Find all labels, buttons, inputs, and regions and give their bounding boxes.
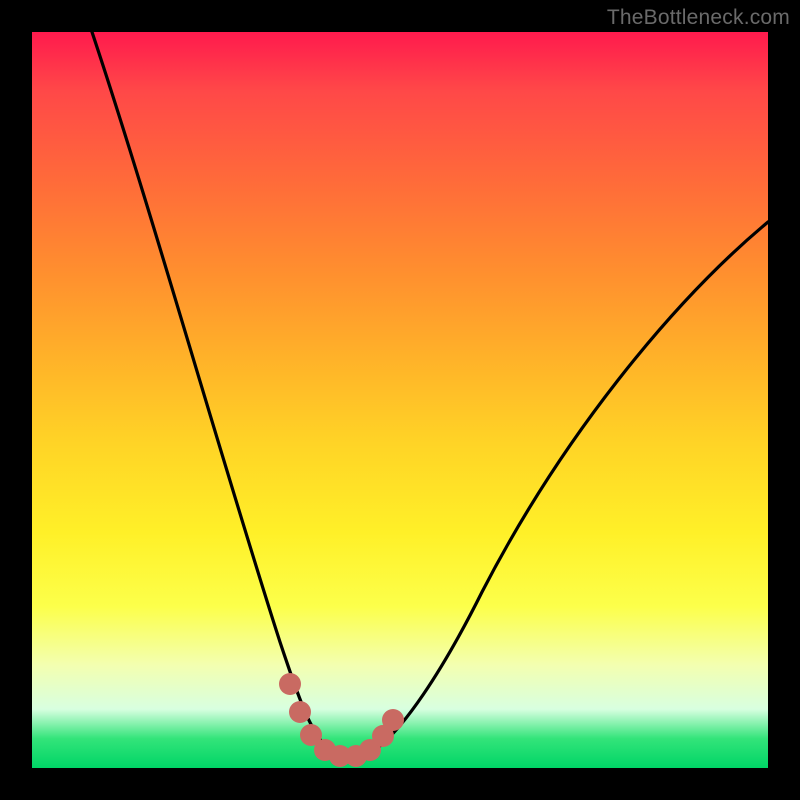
highlight-dots xyxy=(279,673,404,767)
watermark-text: TheBottleneck.com xyxy=(607,6,790,30)
bottleneck-curve xyxy=(92,32,768,757)
outer-frame: TheBottleneck.com xyxy=(0,0,800,800)
curve-svg xyxy=(32,32,768,768)
plot-area xyxy=(32,32,768,768)
